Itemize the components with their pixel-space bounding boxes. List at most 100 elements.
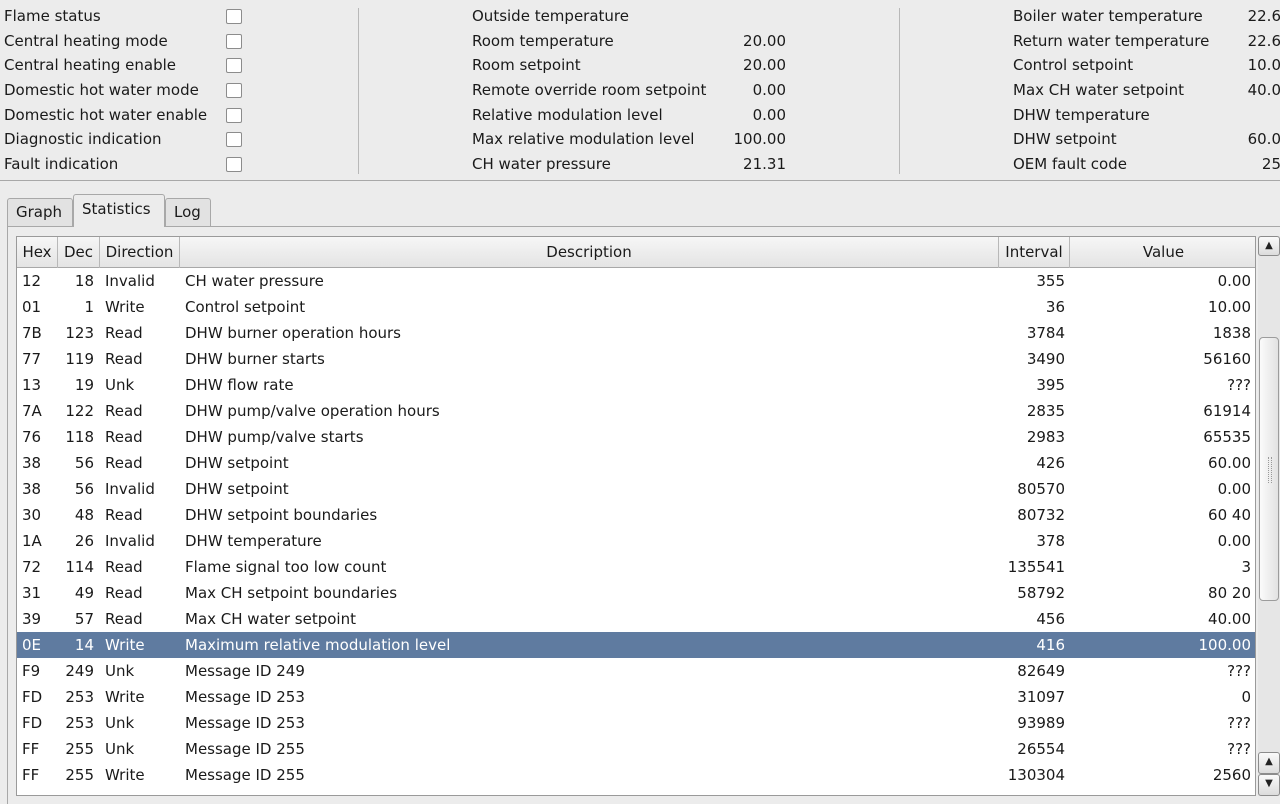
- reading-value: 40.0: [1247, 81, 1280, 100]
- column-header-direction[interactable]: Direction: [100, 237, 180, 268]
- status-divider: [358, 8, 359, 174]
- cell-dec: 249: [65, 662, 94, 680]
- cell-interval: 2983: [1026, 428, 1065, 446]
- cell-hex: FD: [22, 688, 43, 706]
- table-row[interactable]: 30 48 Read DHW setpoint boundaries 80732 60 4…: [17, 502, 1255, 528]
- reading-row: Relative modulation level 0.00: [472, 103, 792, 128]
- cell-hex: 38: [22, 480, 42, 498]
- table-row[interactable]: 38 56 Invalid DHW setpoint 80570 0.00: [17, 476, 1255, 502]
- flag-checkbox[interactable]: [226, 132, 242, 148]
- cell-value: ???: [1227, 662, 1251, 680]
- cell-value: 10.00: [1208, 298, 1251, 316]
- flag-label: Central heating enable: [4, 56, 177, 75]
- table-row[interactable]: 12 18 Invalid CH water pressure 355 0.00: [17, 268, 1255, 294]
- reading-value: 20.00: [743, 56, 786, 75]
- column-header-hex[interactable]: Hex: [17, 237, 58, 268]
- table-row[interactable]: 13 19 Unk DHW flow rate 395???: [17, 372, 1255, 398]
- column-header-dec[interactable]: Dec: [58, 237, 100, 268]
- table-row[interactable]: FF 255 Unk Message ID 255 26554???: [17, 736, 1255, 762]
- cell-interval: 2835: [1026, 402, 1065, 420]
- scroll-up-button-lower[interactable]: ▲: [1258, 752, 1280, 774]
- cell-hex: 77: [22, 350, 42, 368]
- table-row[interactable]: 72 114 Read Flame signal too low count 13554…: [17, 554, 1255, 580]
- cell-dec: 255: [65, 766, 94, 784]
- flag-label: Fault indication: [4, 155, 119, 174]
- cell-dec: 56: [74, 480, 94, 498]
- flag-row: Fault indication: [4, 152, 249, 177]
- cell-value: 0.00: [1217, 532, 1251, 550]
- cell-value: 60.00: [1208, 454, 1251, 472]
- cell-dec: 49: [74, 584, 94, 602]
- flag-checkbox[interactable]: [226, 83, 242, 99]
- flag-checkbox[interactable]: [226, 9, 242, 24]
- scroll-down-button[interactable]: ▼: [1258, 774, 1280, 796]
- scroll-up-button[interactable]: ▲: [1258, 236, 1280, 256]
- tab-graph[interactable]: Graph: [7, 198, 73, 227]
- reading-value: 0.00: [752, 105, 786, 124]
- cell-direction: Unk: [105, 662, 135, 680]
- flag-checkbox[interactable]: [226, 33, 242, 49]
- table-row[interactable]: F9 249 Unk Message ID 249 82649???: [17, 658, 1255, 684]
- cell-value: 0: [1241, 688, 1251, 706]
- table-row[interactable]: 7A 122 Read DHW pump/valve operation hours 2…: [17, 398, 1255, 424]
- scroll-thumb[interactable]: [1259, 337, 1279, 601]
- cell-direction: Read: [105, 454, 143, 472]
- table-row[interactable]: FD 253 Unk Message ID 253 93989???: [17, 710, 1255, 736]
- table-row[interactable]: FF 255 Write Message ID 255 130304 2560: [17, 762, 1255, 788]
- table-row[interactable]: 0E 14 Write Maximum relative modulation lev…: [17, 632, 1255, 658]
- cell-direction: Invalid: [105, 532, 155, 550]
- table-body: 12 18 Invalid CH water pressure 355 0.00 01 1 Wr…: [17, 268, 1255, 788]
- table-row[interactable]: 1A 26 Invalid DHW temperature 378 0.00: [17, 528, 1255, 554]
- cell-interval: 93989: [1017, 714, 1065, 732]
- flag-row: Central heating enable: [4, 53, 249, 78]
- reading-label: OEM fault code: [1013, 155, 1127, 174]
- column-header-description[interactable]: Description: [180, 237, 999, 268]
- cell-hex: 38: [22, 454, 42, 472]
- reading-row: Remote override room setpoint 0.00: [472, 78, 792, 103]
- flag-row: Domestic hot water mode: [4, 78, 249, 103]
- flag-checkbox[interactable]: [226, 107, 242, 123]
- cell-hex: 13: [22, 376, 42, 394]
- reading-value: 10.0: [1247, 56, 1280, 75]
- cell-dec: 14: [74, 636, 94, 654]
- table-row[interactable]: 38 56 Read DHW setpoint 426 60.00: [17, 450, 1255, 476]
- table-row[interactable]: 76 118 Read DHW pump/valve starts 2983 65535: [17, 424, 1255, 450]
- column-header-value[interactable]: Value: [1070, 237, 1255, 268]
- reading-label: Relative modulation level: [472, 105, 663, 124]
- cell-dec: 19: [74, 376, 94, 394]
- cell-hex: 39: [22, 610, 42, 628]
- cell-value: 56160: [1203, 350, 1251, 368]
- table-row[interactable]: 01 1 Write Control setpoint 36 10.00: [17, 294, 1255, 320]
- flag-checkbox[interactable]: [226, 58, 242, 74]
- vertical-scrollbar[interactable]: ▲ ▲ ▼: [1258, 236, 1280, 796]
- cell-dec: 48: [74, 506, 94, 524]
- flag-label: Domestic hot water enable: [4, 105, 208, 124]
- table-row[interactable]: 7B 123 Read DHW burner operation hours 3784 1…: [17, 320, 1255, 346]
- cell-value: 65535: [1203, 428, 1251, 446]
- table-row[interactable]: 39 57 Read Max CH water setpoint 456 40.00: [17, 606, 1255, 632]
- reading-row: Room temperature 20.00: [472, 29, 792, 54]
- cell-hex: FF: [22, 766, 40, 784]
- cell-interval: 3784: [1026, 324, 1065, 342]
- reading-row: OEM fault code 25: [1013, 152, 1280, 177]
- column-header-interval[interactable]: Interval: [999, 237, 1070, 268]
- cell-dec: 114: [65, 558, 94, 576]
- reading-label: Return water temperature: [1013, 31, 1210, 50]
- table-row[interactable]: FD 253 Write Message ID 253 31097 0: [17, 684, 1255, 710]
- cell-value: 0.00: [1217, 272, 1251, 290]
- tab-log[interactable]: Log: [165, 198, 211, 227]
- reading-label: Outside temperature: [472, 7, 629, 25]
- reading-label: Room temperature: [472, 31, 614, 50]
- cell-interval: 80570: [1017, 480, 1065, 498]
- table-row[interactable]: 77 119 Read DHW burner starts 3490 56160: [17, 346, 1255, 372]
- cell-description: DHW flow rate: [185, 376, 294, 394]
- cell-hex: 30: [22, 506, 42, 524]
- tab-statistics[interactable]: Statistics: [73, 194, 165, 227]
- cell-interval: 456: [1036, 610, 1065, 628]
- table-row[interactable]: 31 49 Read Max CH setpoint boundaries 58792 8…: [17, 580, 1255, 606]
- cell-interval: 416: [1036, 636, 1065, 654]
- reading-label: DHW setpoint: [1013, 130, 1117, 149]
- flag-checkbox[interactable]: [226, 157, 242, 173]
- cell-description: Message ID 253: [185, 714, 305, 732]
- reading-row: Max relative modulation level 100.00: [472, 127, 792, 152]
